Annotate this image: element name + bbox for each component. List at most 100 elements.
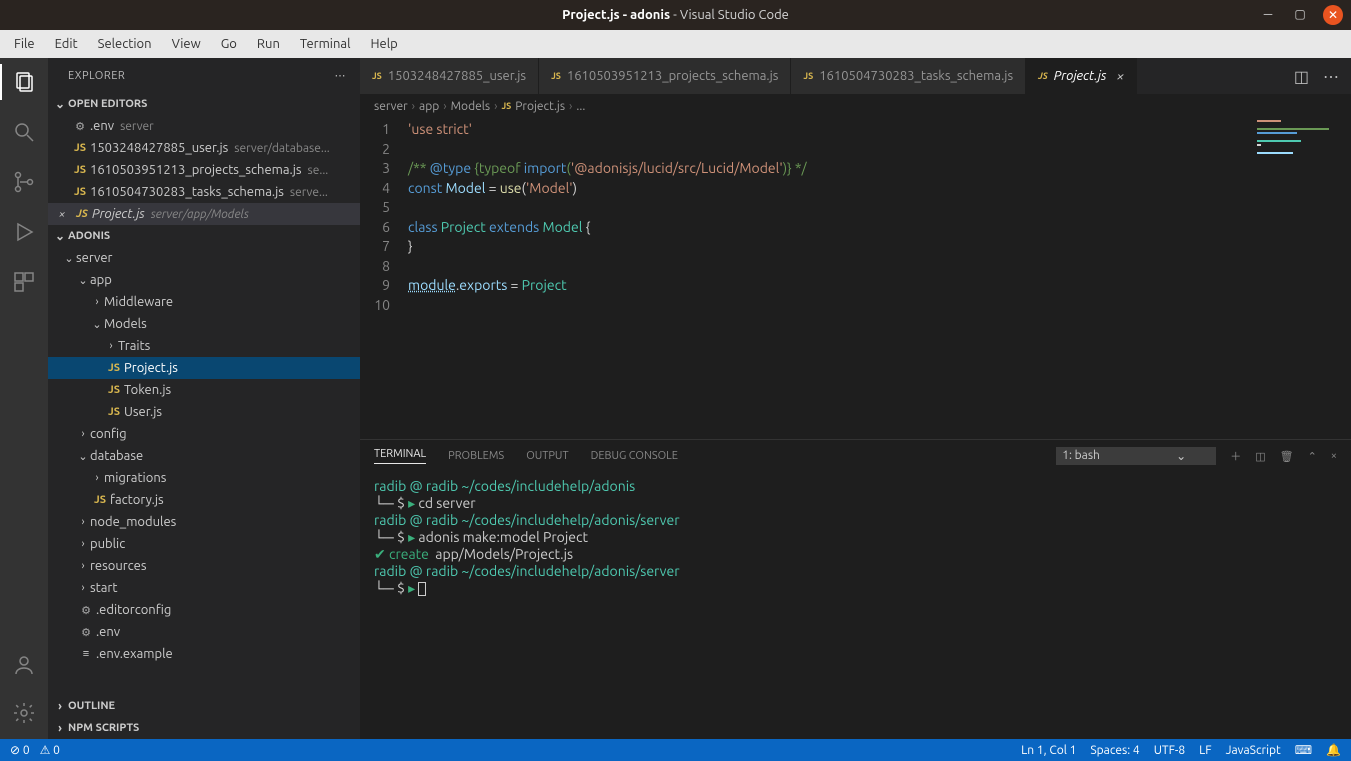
folder-database[interactable]: ⌄database [48, 445, 360, 467]
close-panel-icon[interactable]: × [1331, 450, 1337, 462]
feedback-icon[interactable]: ⌨ [1295, 743, 1312, 757]
sidebar-title: EXPLORER ⋯ [48, 58, 360, 93]
trash-icon[interactable]: 🗑 [1280, 450, 1294, 463]
js-icon: JS [104, 362, 124, 374]
cursor-position[interactable]: Ln 1, Col 1 [1021, 744, 1076, 757]
bell-icon[interactable]: 🔔 [1326, 743, 1341, 757]
tab[interactable]: JS1610503951213_projects_schema.js [539, 58, 791, 94]
terminal-select[interactable]: 1: bash⌄ [1056, 447, 1216, 465]
new-terminal-icon[interactable]: ＋ [1230, 448, 1241, 464]
language-mode[interactable]: JavaScript [1226, 744, 1281, 757]
menu-view[interactable]: View [164, 33, 209, 55]
folder-config[interactable]: ›config [48, 423, 360, 445]
folder-migrations[interactable]: ›migrations [48, 467, 360, 489]
panel-tab-debug[interactable]: DEBUG CONSOLE [591, 450, 678, 462]
js-icon: JS [803, 71, 813, 81]
settings-icon[interactable] [10, 699, 38, 727]
chevron-up-icon[interactable]: ⌃ [1308, 450, 1317, 463]
file-env-example[interactable]: ≡.env.example [48, 643, 360, 665]
run-debug-icon[interactable] [10, 218, 38, 246]
file-project-js[interactable]: JSProject.js [48, 357, 360, 379]
menu-file[interactable]: File [6, 33, 43, 55]
open-editor-item-active[interactable]: × JS Project.jsserver/app/Models [48, 203, 360, 225]
breadcrumb[interactable]: server› app› Models› JSProject.js› ... [360, 94, 1351, 118]
indentation[interactable]: Spaces: 4 [1090, 744, 1139, 757]
gear-icon: ⚙ [76, 626, 96, 639]
account-icon[interactable] [10, 651, 38, 679]
js-icon: JS [104, 406, 124, 418]
tab-active[interactable]: JSProject.js× [1026, 58, 1137, 94]
close-icon[interactable]: × [1116, 68, 1124, 84]
warnings-count[interactable]: ⚠ 0 [40, 743, 60, 757]
more-icon[interactable]: ⋯ [335, 69, 347, 82]
file-user-js[interactable]: JSUser.js [48, 401, 360, 423]
sidebar: EXPLORER ⋯ ⌄OPEN EDITORS ⚙ .envserver JS… [48, 58, 360, 739]
split-editor-icon[interactable]: ◫ [1294, 67, 1309, 86]
js-icon: JS [70, 164, 90, 176]
file-env[interactable]: ⚙.env [48, 621, 360, 643]
terminal-output[interactable]: radib @ radib ~/codes/includehelp/adonis… [360, 472, 1351, 739]
folder-middleware[interactable]: ›Middleware [48, 291, 360, 313]
tab[interactable]: JS1503248427885_user.js [360, 58, 539, 94]
open-editor-item[interactable]: ⚙ .envserver [48, 115, 360, 137]
open-editors-header[interactable]: ⌄OPEN EDITORS [48, 93, 360, 115]
folder-start[interactable]: ›start [48, 577, 360, 599]
open-editor-item[interactable]: JS 1610504730283_tasks_schema.jsserve... [48, 181, 360, 203]
folder-models[interactable]: ⌄Models [48, 313, 360, 335]
folder-traits[interactable]: ›Traits [48, 335, 360, 357]
tab[interactable]: JS1610504730283_tasks_schema.js [791, 58, 1026, 94]
menu-go[interactable]: Go [213, 33, 245, 55]
project-header[interactable]: ⌄ADONIS [48, 225, 360, 247]
code-editor[interactable]: 12345678910 'use strict' /** @type {type… [360, 118, 1351, 439]
outline-header[interactable]: ›OUTLINE [48, 695, 360, 717]
window-title: Project.js - adonis - Visual Studio Code [562, 8, 789, 22]
panel-tab-terminal[interactable]: TERMINAL [374, 448, 426, 464]
activity-bar [0, 58, 48, 739]
gear-icon: ⚙ [70, 120, 90, 133]
code-content[interactable]: 'use strict' /** @type {typeof import('@… [408, 118, 1351, 439]
extensions-icon[interactable] [10, 268, 38, 296]
status-bar: ⊘ 0 ⚠ 0 Ln 1, Col 1 Spaces: 4 UTF-8 LF J… [0, 739, 1351, 761]
panel-tab-problems[interactable]: PROBLEMS [448, 450, 504, 462]
minimize-button[interactable]: ─ [1259, 5, 1277, 23]
folder-public[interactable]: ›public [48, 533, 360, 555]
panel-tab-output[interactable]: OUTPUT [526, 450, 568, 462]
open-editor-item[interactable]: JS 1610503951213_projects_schema.jsse... [48, 159, 360, 181]
split-terminal-icon[interactable]: ◫ [1255, 450, 1265, 463]
close-button[interactable]: ✕ [1323, 5, 1343, 25]
js-icon: JS [551, 71, 561, 81]
js-icon: JS [70, 142, 90, 154]
folder-resources[interactable]: ›resources [48, 555, 360, 577]
folder-node-modules[interactable]: ›node_modules [48, 511, 360, 533]
menu-help[interactable]: Help [362, 33, 405, 55]
explorer-icon[interactable] [10, 68, 38, 96]
search-icon[interactable] [10, 118, 38, 146]
terminal-panel: TERMINAL PROBLEMS OUTPUT DEBUG CONSOLE 1… [360, 439, 1351, 739]
folder-server[interactable]: ⌄server [48, 247, 360, 269]
maximize-button[interactable]: ▢ [1291, 5, 1309, 23]
file-token-js[interactable]: JSToken.js [48, 379, 360, 401]
close-icon[interactable]: × [52, 208, 72, 221]
npm-scripts-header[interactable]: ›NPM SCRIPTS [48, 717, 360, 739]
source-control-icon[interactable] [10, 168, 38, 196]
eol[interactable]: LF [1199, 744, 1211, 757]
chevron-down-icon: ⌄ [1176, 449, 1186, 463]
file-editorconfig[interactable]: ⚙.editorconfig [48, 599, 360, 621]
menu-selection[interactable]: Selection [90, 33, 160, 55]
js-icon: JS [1038, 71, 1048, 81]
open-editor-item[interactable]: JS 1503248427885_user.jsserver/database.… [48, 137, 360, 159]
gear-icon: ⚙ [76, 604, 96, 617]
file-factory-js[interactable]: JSfactory.js [48, 489, 360, 511]
errors-count[interactable]: ⊘ 0 [10, 743, 30, 757]
encoding[interactable]: UTF-8 [1154, 744, 1185, 757]
more-icon[interactable]: ⋯ [1323, 67, 1339, 86]
js-icon: JS [501, 101, 511, 111]
minimap[interactable] [1257, 120, 1337, 160]
menu-run[interactable]: Run [249, 33, 288, 55]
folder-app[interactable]: ⌄app [48, 269, 360, 291]
file-icon: ≡ [76, 648, 96, 660]
menu-terminal[interactable]: Terminal [292, 33, 359, 55]
js-icon: JS [72, 208, 92, 220]
editor-area: JS1503248427885_user.js JS1610503951213_… [360, 58, 1351, 739]
menu-edit[interactable]: Edit [47, 33, 86, 55]
